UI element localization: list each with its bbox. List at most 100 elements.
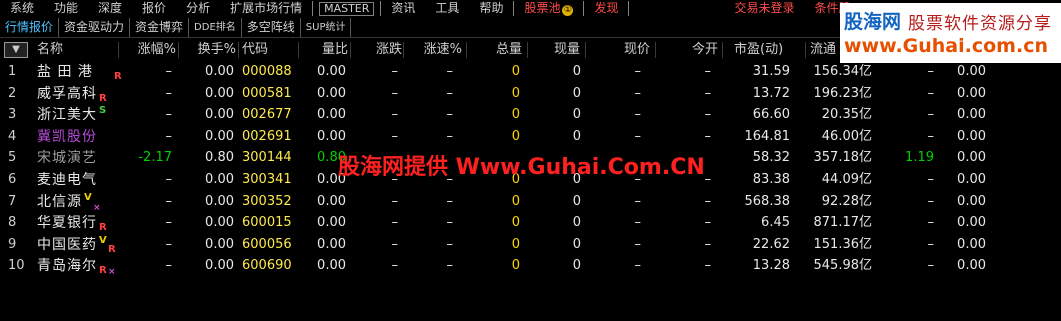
cell-stock-name[interactable]: 浙江美大: [37, 104, 97, 126]
menu-analysis[interactable]: 分析: [176, 0, 220, 17]
cell-stock-name[interactable]: 北信源: [37, 191, 82, 213]
menu-discover[interactable]: 发现: [584, 0, 628, 17]
cell-stock-name[interactable]: 华夏银行: [37, 212, 97, 234]
cell-float: 545.98亿: [813, 258, 873, 274]
col-current-volume[interactable]: 现量: [530, 39, 580, 61]
row-index: 3: [8, 107, 17, 123]
cell-stock-name[interactable]: 青岛海尔: [37, 255, 97, 277]
logo-tagline: 股票软件资源分享: [908, 14, 1052, 34]
header-divider: [403, 42, 404, 58]
cell-change: –: [391, 107, 399, 123]
header-divider: [350, 42, 351, 58]
cell-code: 002677: [242, 107, 292, 123]
header-divider: [238, 42, 239, 58]
cell-turnover: 0.80: [205, 150, 234, 166]
header-divider: [805, 42, 806, 58]
col-total-volume[interactable]: 总量: [470, 39, 522, 61]
menu-trade-login[interactable]: 交易未登录: [724, 0, 804, 17]
cell-pe: 13.72: [752, 85, 790, 101]
cell-volume-ratio: 0.00: [317, 258, 346, 274]
menu-help[interactable]: 帮助: [469, 0, 513, 17]
menu-stock-pool[interactable]: 股票池 ①: [514, 0, 583, 17]
col-name[interactable]: 名称: [37, 39, 63, 61]
cell-stock-name[interactable]: 麦迪电气: [37, 169, 97, 191]
cell-stock-name[interactable]: 威孚高科: [37, 83, 97, 105]
cell-total-volume: 0: [511, 85, 520, 101]
cell-volume-ratio: 0.00: [317, 85, 346, 101]
cell-code: 600690: [242, 258, 292, 274]
table-row[interactable]: 2 – 0.00 000581 0.00 – – 0 0 – – 13.72 196.23亿 – 0.00 威…: [0, 83, 1061, 105]
table-row[interactable]: 4 – 0.00 002691 0.00 – – 0 0 – – 164.81 46.00亿 – 0.00 冀…: [0, 126, 1061, 148]
row-index: 6: [8, 172, 17, 187]
header-divider: [466, 42, 467, 58]
tab-sup-stats[interactable]: SUP统计: [301, 17, 352, 37]
cell-speed: –: [446, 258, 454, 274]
cell-float: 20.35亿: [821, 107, 872, 123]
menu-quote[interactable]: 报价: [132, 0, 176, 17]
cell-current-volume: 0: [572, 64, 581, 79]
col-price[interactable]: 现价: [590, 39, 650, 61]
menu-depth[interactable]: 深度: [88, 0, 132, 17]
cell-speed: –: [446, 64, 454, 79]
cell-float: 156.34亿: [813, 64, 873, 79]
col-open[interactable]: 今开: [660, 39, 718, 61]
tab-quotes[interactable]: 行情报价: [0, 17, 60, 37]
tab-long-short[interactable]: 多空阵线: [242, 17, 301, 37]
cell-current-volume: 0: [572, 128, 581, 144]
tab-capital-game[interactable]: 资金博弈: [130, 17, 190, 37]
cell-current-volume: 0: [572, 215, 581, 231]
col-pe[interactable]: 市盈(动): [734, 39, 783, 61]
cell-change-pct: –: [165, 172, 173, 187]
cell-extra-1: –: [927, 193, 935, 209]
cell-pe: 22.62: [752, 236, 790, 252]
vote-flag-icon: V: [99, 234, 107, 246]
cell-stock-name[interactable]: 冀凯股份: [37, 126, 97, 148]
table-row[interactable]: 10 – 0.00 600690 0.00 – – 0 0 – – 13.28 545.98亿 – 0.00…: [0, 255, 1061, 277]
menu-extended-market[interactable]: 扩展市场行情: [220, 0, 312, 17]
cell-stock-name[interactable]: 盐 田 港: [37, 61, 93, 83]
cell-stock-name[interactable]: 中国医药: [37, 234, 97, 256]
row-index: 2: [8, 85, 17, 101]
cell-change: –: [391, 85, 399, 101]
menu-master[interactable]: MASTER: [319, 1, 375, 16]
cell-total-volume: 0: [511, 128, 520, 144]
col-code[interactable]: 代码: [242, 39, 268, 61]
menu-divider: [312, 1, 314, 16]
table-row[interactable]: 1 – 0.00 000088 0.00 – – 0 0 – – 31.59 156.34亿 – 0.00 盐…: [0, 61, 1061, 83]
cell-code: 300352: [242, 193, 292, 209]
menu-system[interactable]: 系统: [0, 0, 44, 17]
col-change[interactable]: 涨跌: [352, 39, 402, 61]
cell-open: –: [704, 258, 712, 274]
col-turnover[interactable]: 换手%: [180, 39, 236, 61]
cell-current-volume: 0: [572, 236, 581, 252]
cell-extra-2: 0.00: [957, 150, 986, 166]
col-speed[interactable]: 涨速%: [405, 39, 462, 61]
table-row[interactable]: 9 – 0.00 600056 0.00 – – 0 0 – – 22.62 151.36亿 – 0.00 中…: [0, 234, 1061, 256]
menu-function[interactable]: 功能: [44, 0, 88, 17]
sort-dropdown-icon[interactable]: ▼: [4, 42, 28, 58]
table-row[interactable]: 3 – 0.00 002677 0.00 – – 0 0 – – 66.60 20.35亿 – 0.00 浙江…: [0, 104, 1061, 126]
table-row[interactable]: 7 – 0.00 300352 0.00 – – 0 0 – – 568.38 92.28亿 – 0.00 北…: [0, 191, 1061, 213]
col-float[interactable]: 流通: [810, 39, 836, 61]
menu-tools[interactable]: 工具: [425, 0, 469, 17]
short-flag-icon: S: [99, 105, 107, 117]
cell-extra-2: 0.00: [957, 258, 986, 274]
cell-change-pct: –: [165, 258, 173, 274]
col-volume-ratio[interactable]: 量比: [300, 39, 348, 61]
tab-dde-ranking[interactable]: DDE排名: [189, 17, 242, 37]
table-row[interactable]: 8 – 0.00 600015 0.00 – – 0 0 – – 6.45 871.17亿 – 0.00 华夏…: [0, 212, 1061, 234]
menu-news[interactable]: 资讯: [381, 0, 425, 17]
cell-turnover: 0.00: [205, 172, 234, 187]
tab-capital-driver[interactable]: 资金驱动力: [59, 17, 131, 37]
margin-flag-icon: R: [108, 243, 116, 255]
cell-current-volume: 0: [572, 85, 581, 101]
col-change-pct[interactable]: 涨幅%: [120, 39, 176, 61]
cell-float: 151.36亿: [813, 236, 873, 252]
cell-open: –: [704, 85, 712, 101]
header-divider: [585, 42, 586, 58]
margin-flag-icon: R: [99, 222, 107, 234]
cell-change-pct: –: [165, 64, 173, 79]
cell-float: 871.17亿: [813, 215, 873, 231]
cell-stock-name[interactable]: 宋城演艺: [37, 147, 97, 169]
cell-extra-2: 0.00: [957, 85, 986, 101]
